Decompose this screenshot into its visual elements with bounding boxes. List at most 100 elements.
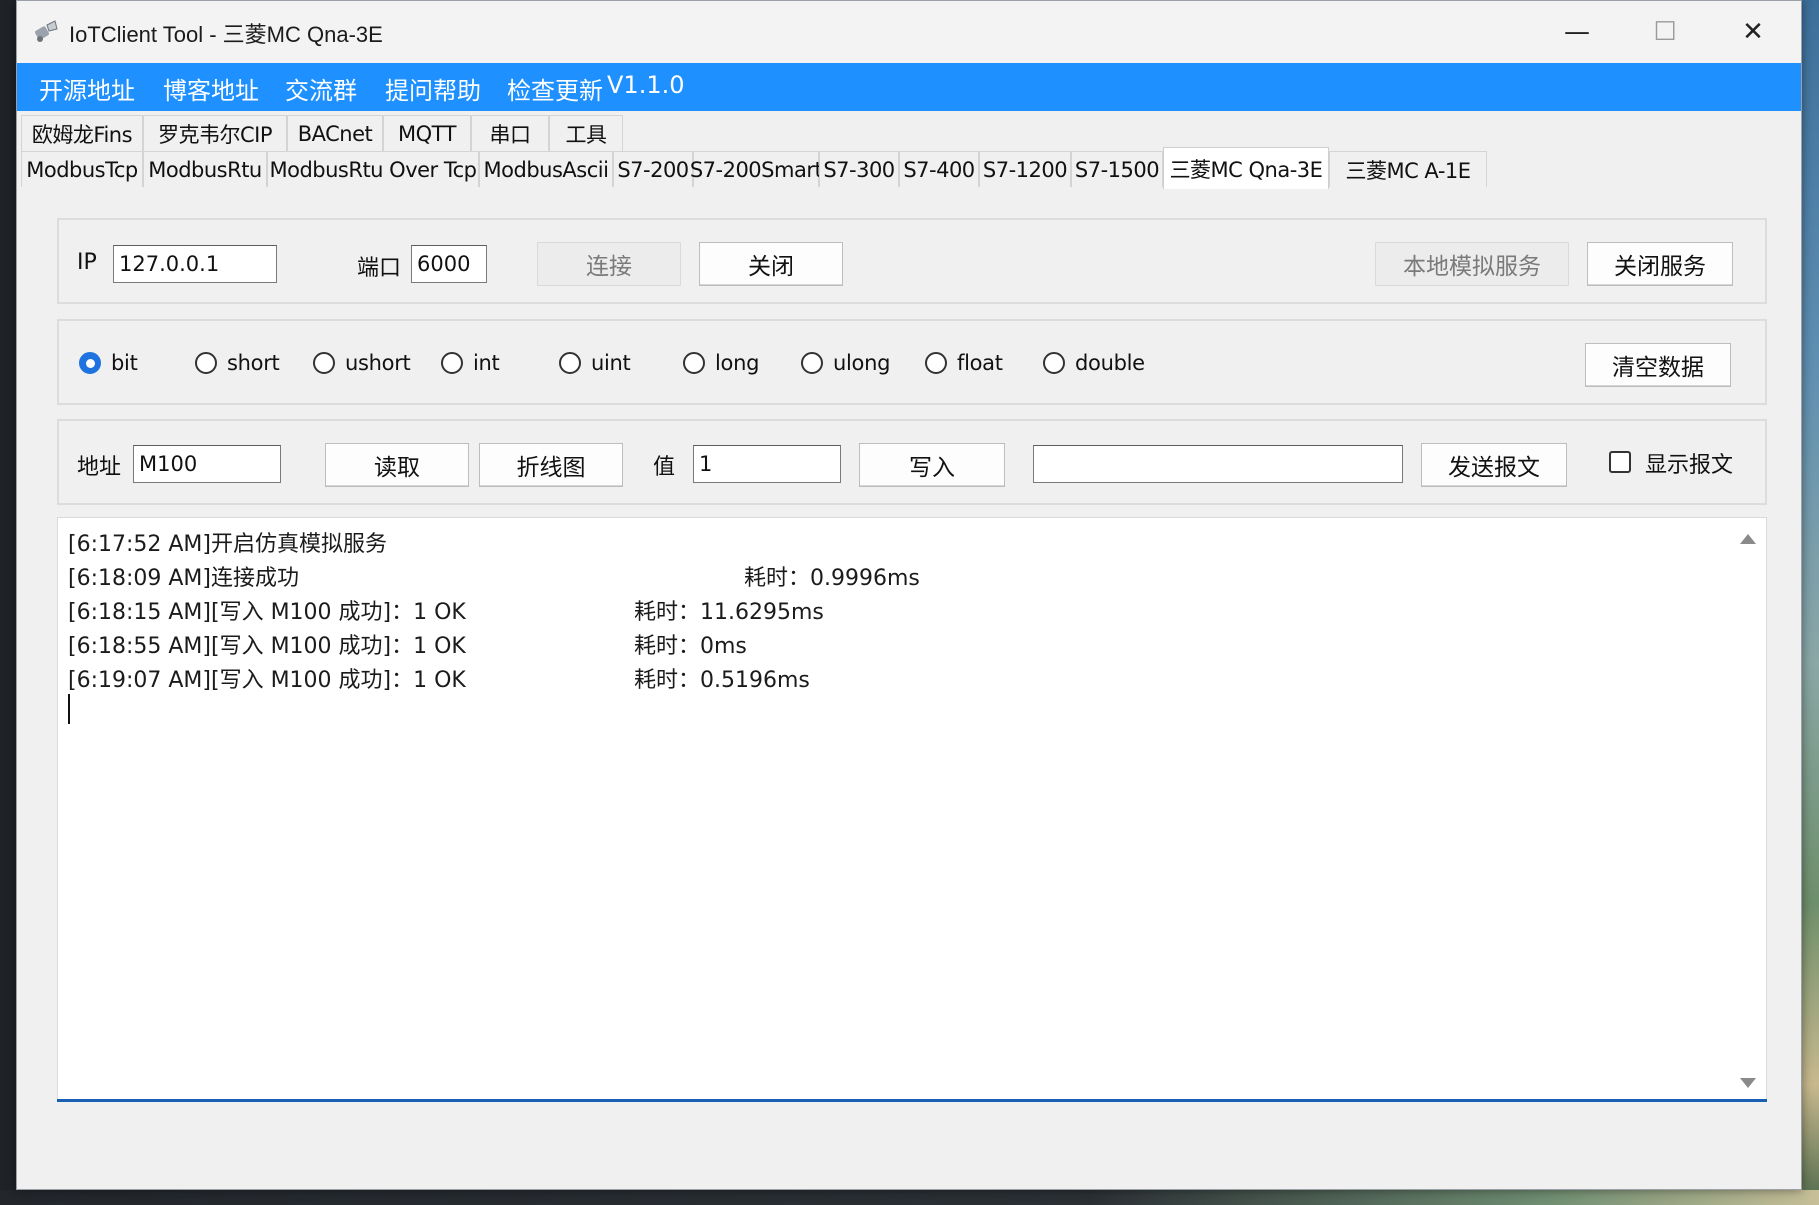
tab-modbus-ascii[interactable]: ModbusAscii bbox=[479, 151, 613, 187]
tab-serial[interactable]: 串口 bbox=[471, 115, 549, 151]
log-text: [6:17:52 AM]开启仿真模拟服务 bbox=[68, 532, 388, 557]
app-window: IoTClient Tool - 三菱MC Qna-3E — ☐ ✕ 开源地址 … bbox=[16, 0, 1802, 1190]
radio-label: bit bbox=[111, 351, 138, 375]
clear-data-button[interactable]: 清空数据 bbox=[1585, 343, 1731, 387]
log-line: [6:19:07 AM][写入 M100 成功]：1 OK 耗时：0.5196ms bbox=[68, 662, 810, 694]
radio-label: ulong bbox=[833, 351, 891, 375]
connect-button[interactable]: 连接 bbox=[537, 242, 681, 286]
radio-label: uint bbox=[591, 351, 631, 375]
minimize-button[interactable]: — bbox=[1533, 1, 1621, 63]
desktop-background-right bbox=[1802, 0, 1819, 1205]
radio-long[interactable]: long bbox=[683, 343, 759, 383]
tab-s7-400[interactable]: S7-400 bbox=[899, 151, 979, 187]
radio-double[interactable]: double bbox=[1043, 343, 1145, 383]
menu-group[interactable]: 交流群 bbox=[285, 71, 357, 106]
radio-label: double bbox=[1075, 351, 1145, 375]
ip-input[interactable] bbox=[113, 245, 277, 283]
log-elapsed: 耗时：11.6295ms bbox=[634, 600, 824, 625]
radio-uint[interactable]: uint bbox=[559, 343, 631, 383]
tab-mitsubishi-qna-3e[interactable]: 三菱MC Qna-3E bbox=[1163, 147, 1329, 189]
tab-mitsubishi-a-1e[interactable]: 三菱MC A-1E bbox=[1329, 151, 1487, 187]
radio-indicator bbox=[925, 352, 947, 374]
close-button[interactable]: ✕ bbox=[1709, 1, 1797, 63]
log-text: [6:18:55 AM][写入 M100 成功]：1 OK bbox=[68, 634, 466, 659]
data-type-radio-group: bit short ushort int uint long ulong flo… bbox=[59, 343, 1359, 383]
scroll-down-arrow-icon[interactable] bbox=[1740, 1078, 1756, 1088]
local-simulation-button[interactable]: 本地模拟服务 bbox=[1375, 242, 1569, 286]
tab-omron-fins[interactable]: 欧姆龙Fins bbox=[21, 115, 143, 151]
text-caret bbox=[68, 694, 70, 724]
radio-ushort[interactable]: ushort bbox=[313, 343, 411, 383]
address-label: 地址 bbox=[77, 455, 122, 480]
connection-panel: IP 端口 连接 关闭 本地模拟服务 关闭服务 bbox=[57, 218, 1767, 304]
packet-input[interactable] bbox=[1033, 445, 1403, 483]
port-label: 端口 bbox=[357, 256, 402, 281]
log-line: [6:18:09 AM]连接成功 耗时：0.9996ms bbox=[68, 560, 920, 592]
menu-open-source[interactable]: 开源地址 bbox=[39, 71, 135, 106]
ip-label: IP bbox=[77, 250, 97, 275]
show-packet-checkbox[interactable] bbox=[1609, 451, 1631, 473]
radio-short[interactable]: short bbox=[195, 343, 280, 383]
tab-modbus-rtu[interactable]: ModbusRtu bbox=[143, 151, 267, 187]
scroll-up-arrow-icon[interactable] bbox=[1740, 534, 1756, 544]
value-input[interactable] bbox=[693, 445, 841, 483]
radio-indicator-selected bbox=[79, 352, 101, 374]
maximize-button[interactable]: ☐ bbox=[1621, 1, 1709, 63]
radio-label: int bbox=[473, 351, 500, 375]
close-service-button[interactable]: 关闭服务 bbox=[1587, 242, 1733, 286]
log-line: [6:18:55 AM][写入 M100 成功]：1 OK 耗时：0ms bbox=[68, 628, 747, 660]
address-input[interactable] bbox=[133, 445, 281, 483]
write-button[interactable]: 写入 bbox=[859, 443, 1005, 487]
menu-bar: 开源地址 博客地址 交流群 提问帮助 检查更新 V1.1.0 bbox=[17, 63, 1801, 111]
tab-modbus-tcp[interactable]: ModbusTcp bbox=[21, 151, 143, 187]
log-focus-underline bbox=[57, 1099, 1767, 1102]
menu-check-update[interactable]: 检查更新 bbox=[507, 71, 603, 106]
log-elapsed: 耗时：0.5196ms bbox=[634, 668, 810, 693]
tab-tools[interactable]: 工具 bbox=[549, 115, 623, 151]
tab-s7-1200[interactable]: S7-1200 bbox=[979, 151, 1071, 187]
taskbar-strip bbox=[0, 1190, 1819, 1205]
log-text: [6:19:07 AM][写入 M100 成功]：1 OK bbox=[68, 668, 466, 693]
menu-version[interactable]: V1.1.0 bbox=[607, 71, 684, 99]
window-title: IoTClient Tool - 三菱MC Qna-3E bbox=[69, 22, 383, 47]
read-button[interactable]: 读取 bbox=[325, 443, 469, 487]
radio-label: short bbox=[227, 351, 280, 375]
tab-s7-200[interactable]: S7-200 bbox=[613, 151, 693, 187]
radio-ulong[interactable]: ulong bbox=[801, 343, 890, 383]
disconnect-button[interactable]: 关闭 bbox=[699, 242, 843, 286]
radio-indicator bbox=[683, 352, 705, 374]
log-elapsed: 耗时：0.9996ms bbox=[744, 566, 920, 591]
title-bar[interactable]: IoTClient Tool - 三菱MC Qna-3E — ☐ ✕ bbox=[17, 1, 1801, 63]
desktop-background-left bbox=[0, 0, 16, 1205]
log-text: [6:18:09 AM]连接成功 bbox=[68, 566, 300, 591]
tab-mqtt[interactable]: MQTT bbox=[383, 115, 471, 151]
log-line: [6:18:15 AM][写入 M100 成功]：1 OK 耗时：11.6295m… bbox=[68, 594, 824, 626]
radio-indicator bbox=[1043, 352, 1065, 374]
log-text: [6:18:15 AM][写入 M100 成功]：1 OK bbox=[68, 600, 466, 625]
log-line: [6:17:52 AM]开启仿真模拟服务 bbox=[68, 526, 387, 558]
log-elapsed: 耗时：0ms bbox=[634, 634, 747, 659]
radio-indicator bbox=[195, 352, 217, 374]
tab-s7-1500[interactable]: S7-1500 bbox=[1071, 151, 1163, 187]
tab-bacnet[interactable]: BACnet bbox=[287, 115, 383, 151]
tab-rockwell-cip[interactable]: 罗克韦尔CIP bbox=[143, 115, 287, 151]
tab-s7-300[interactable]: S7-300 bbox=[819, 151, 899, 187]
radio-label: float bbox=[957, 351, 1003, 375]
radio-bit[interactable]: bit bbox=[79, 343, 138, 383]
show-packet-label[interactable]: 显示报文 bbox=[1645, 447, 1733, 479]
satellite-icon bbox=[35, 20, 58, 42]
tab-modbus-rtu-over-tcp[interactable]: ModbusRtu Over Tcp bbox=[267, 151, 479, 187]
line-chart-button[interactable]: 折线图 bbox=[479, 443, 623, 487]
radio-indicator bbox=[441, 352, 463, 374]
menu-blog[interactable]: 博客地址 bbox=[163, 71, 259, 106]
tab-s7-200smart[interactable]: S7-200Smart bbox=[690, 151, 823, 187]
radio-int[interactable]: int bbox=[441, 343, 500, 383]
read-write-panel: 地址 读取 折线图 值 写入 发送报文 显示报文 bbox=[57, 419, 1767, 505]
menu-help[interactable]: 提问帮助 bbox=[385, 71, 481, 106]
radio-label: long bbox=[715, 351, 760, 375]
log-output[interactable]: [6:17:52 AM]开启仿真模拟服务 [6:18:09 AM]连接成功耗时：… bbox=[57, 517, 1767, 1101]
send-packet-button[interactable]: 发送报文 bbox=[1421, 443, 1567, 487]
radio-float[interactable]: float bbox=[925, 343, 1003, 383]
port-input[interactable] bbox=[411, 245, 487, 283]
radio-label: ushort bbox=[345, 351, 411, 375]
